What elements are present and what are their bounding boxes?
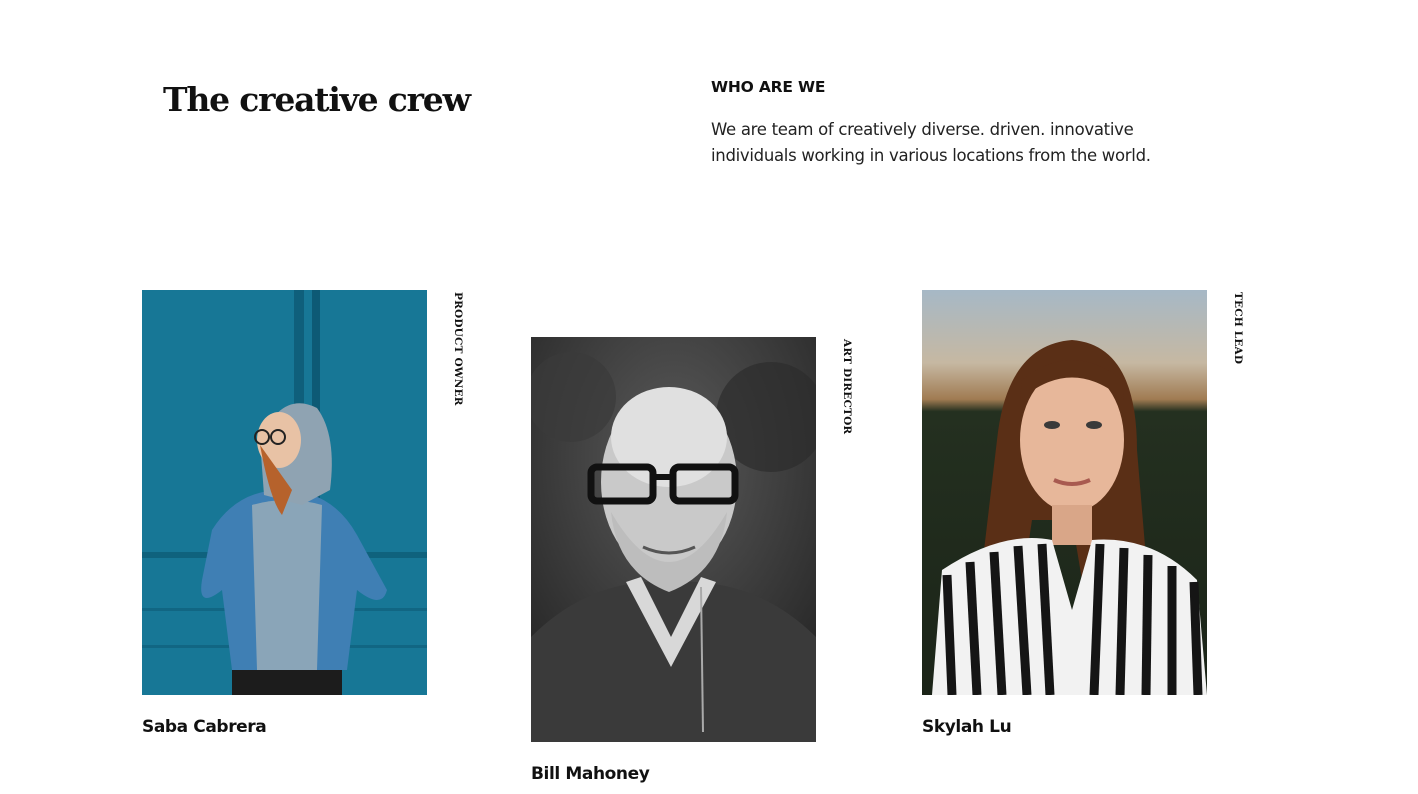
member-photo (531, 337, 816, 742)
member-name: Skylah Lu (922, 717, 1012, 737)
member-role: ART DIRECTOR (841, 339, 853, 435)
member-name: Bill Mahoney (531, 764, 650, 784)
page-title: The creative crew (163, 80, 471, 119)
intro-paragraph: We are team of creatively diverse. drive… (711, 120, 1151, 165)
member-role: PRODUCT OWNER (452, 292, 464, 406)
member-photo (922, 290, 1207, 695)
member-photo (142, 290, 427, 695)
member-role: TECH LEAD (1232, 292, 1244, 365)
section-eyebrow: WHO ARE WE (711, 78, 826, 96)
member-name: Saba Cabrera (142, 717, 267, 737)
